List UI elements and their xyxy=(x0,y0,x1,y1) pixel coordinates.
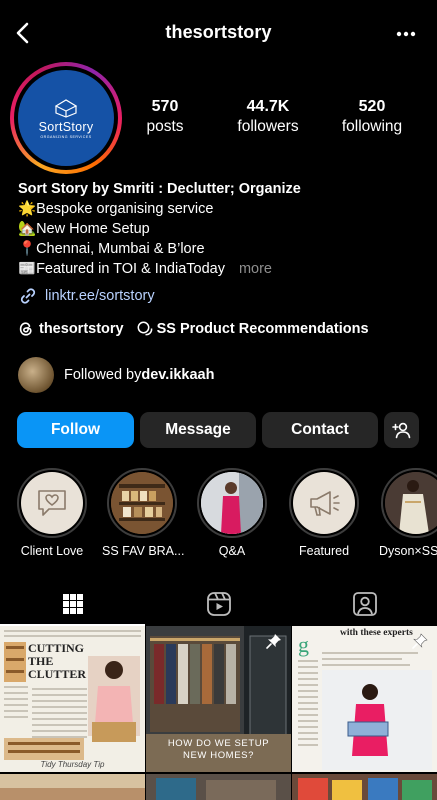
bio-link[interactable]: linktr.ee/sortstory xyxy=(18,286,155,306)
post-thumbnail[interactable] xyxy=(292,774,437,800)
logo-wordmark: SortStory xyxy=(38,119,94,134)
pinned-icon xyxy=(412,633,428,649)
post-heading: with these experts xyxy=(340,628,413,638)
profile-bio: Sort Story by Smriti : Declutter; Organi… xyxy=(18,179,428,279)
svg-text:g: g xyxy=(298,632,309,657)
person-thumbnail xyxy=(385,472,437,534)
posts-count[interactable]: 570 posts xyxy=(115,98,215,138)
bio-line: 🏡New Home Setup xyxy=(18,219,428,239)
pin-emoji-icon: 📍 xyxy=(18,241,37,257)
newspaper-emoji-icon: 📰 xyxy=(18,261,37,277)
bio-line: 📍Chennai, Mumbai & B’lore xyxy=(18,239,428,259)
message-button[interactable]: Message xyxy=(140,412,256,448)
stat-label: followers xyxy=(237,118,299,135)
highlight-label: Q&A xyxy=(218,544,246,558)
suggested-people-button[interactable] xyxy=(384,412,419,448)
stat-value: 44.7K xyxy=(246,98,290,115)
highlight-label: SS FAV BRA... xyxy=(102,544,185,558)
stat-label: posts xyxy=(146,118,184,135)
logo-subtext: ORGANIZING SERVICES xyxy=(40,134,92,139)
followed-by-prefix: Followed by xyxy=(64,367,142,383)
house-emoji-icon: 🏡 xyxy=(18,221,37,237)
bio-line: 🌟Bespoke organising service xyxy=(18,199,428,219)
sortstory-logo: SortStory ORGANIZING SERVICES xyxy=(18,70,114,166)
more-dots-icon xyxy=(396,31,416,37)
stat-value: 520 xyxy=(358,98,386,115)
chat-heart-icon xyxy=(38,490,66,516)
box-logo-icon xyxy=(54,98,78,118)
highlight-label: Dyson×SS xyxy=(379,544,437,558)
highlight-qa[interactable]: Q&A xyxy=(192,468,272,558)
profile-avatar[interactable]: SortStory ORGANIZING SERVICES xyxy=(10,62,122,174)
post-footer: Tidy Thursday Tip xyxy=(40,760,105,769)
bio-text: New Home Setup xyxy=(36,221,150,237)
grid-icon xyxy=(62,594,83,614)
star-emoji-icon: 🌟 xyxy=(18,201,37,217)
add-person-icon xyxy=(391,422,410,439)
post-thumbnail[interactable] xyxy=(146,774,291,800)
threads-icon xyxy=(19,322,32,336)
shelf-thumbnail xyxy=(111,472,173,534)
highlight-dyson-ss[interactable]: Dyson×SS xyxy=(376,468,437,558)
display-name: Sort Story by Smriti : Declutter; Organi… xyxy=(18,181,301,197)
link-text: linktr.ee/sortstory xyxy=(45,288,155,304)
tab-tagged[interactable] xyxy=(292,584,437,624)
stat-label: following xyxy=(341,118,403,135)
bio-text: Chennai, Mumbai & B’lore xyxy=(36,241,205,257)
post-thumbnail[interactable]: g with these experts xyxy=(292,626,437,772)
highlight-featured[interactable]: Featured xyxy=(284,468,364,558)
stat-value: 570 xyxy=(151,98,179,115)
following-count[interactable]: 520 following xyxy=(322,98,422,138)
broadcast-channel-name: SS Product Recommendations xyxy=(156,321,369,337)
broadcast-chat-icon xyxy=(137,321,152,336)
person-thumbnail xyxy=(201,472,263,534)
highlight-client-love[interactable]: Client Love xyxy=(12,468,92,558)
tab-posts-grid[interactable] xyxy=(0,584,145,624)
followed-by[interactable]: Followed by dev.ikkaah xyxy=(18,357,214,393)
pinned-icon xyxy=(266,634,281,649)
tagged-person-icon xyxy=(352,592,377,616)
bio-text: Bespoke organising service xyxy=(36,201,214,217)
highlight-label: Featured xyxy=(298,544,350,558)
post-caption: HOW DO WE SETUP NEW HOMES? xyxy=(167,738,270,761)
contact-button[interactable]: Contact xyxy=(262,412,378,448)
threads-tag[interactable]: thesortstory xyxy=(18,321,124,337)
link-icon xyxy=(20,288,36,304)
bio-line: 📰Featured in TOI & IndiaToday more xyxy=(18,259,428,279)
follower-avatar xyxy=(18,357,54,393)
more-link[interactable]: more xyxy=(239,261,272,277)
broadcast-channel-tag[interactable]: SS Product Recommendations xyxy=(136,320,369,338)
highlight-ss-fav-brands[interactable]: SS FAV BRA... xyxy=(102,468,185,558)
megaphone-icon xyxy=(310,491,340,516)
highlight-label: Client Love xyxy=(20,544,84,558)
tab-reels[interactable] xyxy=(146,584,291,624)
follow-button[interactable]: Follow xyxy=(17,412,134,448)
threads-handle: thesortstory xyxy=(39,321,124,337)
profile-tags: thesortstory SS Product Recommendations xyxy=(18,320,381,338)
followed-by-name: dev.ikkaah xyxy=(141,367,215,383)
profile-username: thesortstory xyxy=(165,22,272,42)
post-thumbnail[interactable] xyxy=(0,774,145,800)
followers-count[interactable]: 44.7K followers xyxy=(218,98,318,138)
post-thumbnail[interactable]: CUTTING THE CLUTTER Tidy Thursday Tip xyxy=(0,626,145,772)
post-thumbnail[interactable]: HOW DO WE SETUP NEW HOMES? xyxy=(146,626,291,772)
post-title: CUTTING THE CLUTTER xyxy=(28,641,87,681)
bio-text: Featured in TOI & IndiaToday xyxy=(36,261,225,277)
profile-tabs xyxy=(0,584,437,626)
more-options-button[interactable] xyxy=(393,24,419,44)
reels-icon xyxy=(206,592,231,616)
